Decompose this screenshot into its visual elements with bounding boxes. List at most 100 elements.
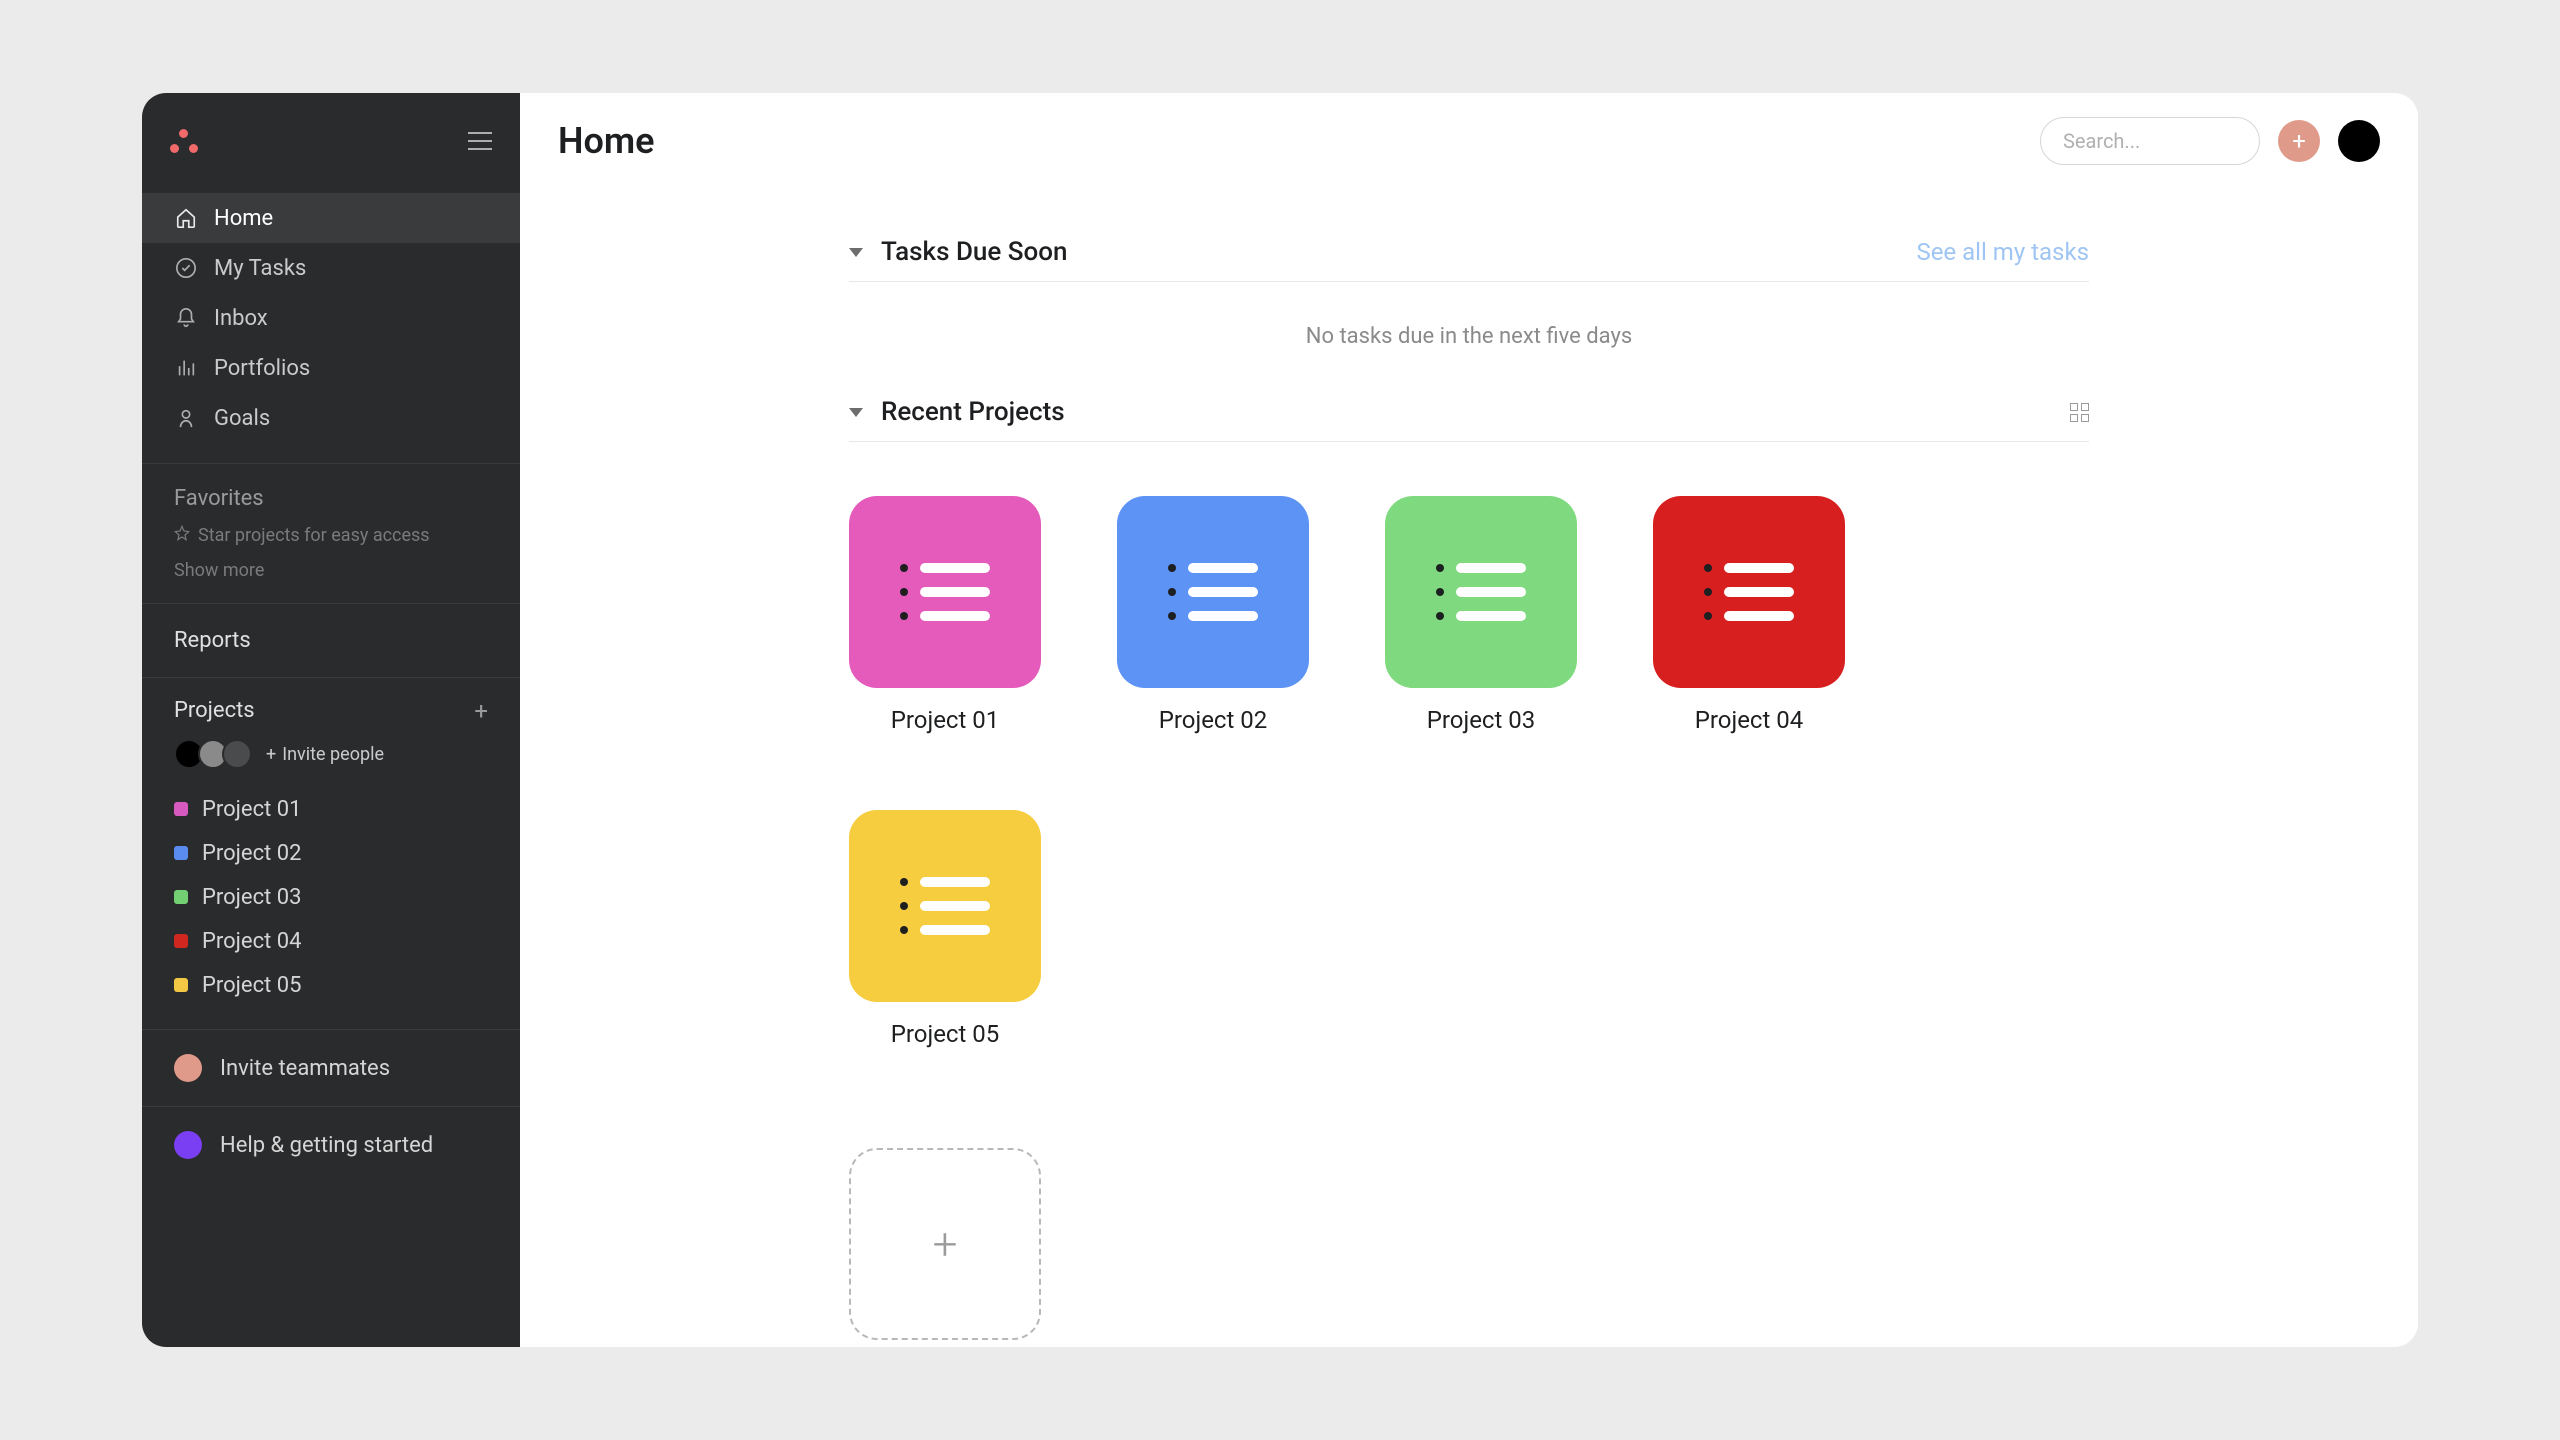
projects-header: Projects +	[142, 678, 520, 731]
home-icon	[174, 206, 198, 230]
sidebar-project-item[interactable]: Project 02	[174, 831, 488, 875]
reports-label: Reports	[174, 628, 251, 653]
project-color-badge	[174, 978, 188, 992]
invite-teammates-button[interactable]: Invite teammates	[142, 1030, 520, 1106]
project-tile-card	[1385, 496, 1577, 688]
topbar: Home +	[520, 93, 2418, 189]
sidebar: Home My Tasks Inbox Portfolios	[142, 93, 520, 1347]
project-tile[interactable]: Project 03	[1385, 496, 1577, 734]
project-tile[interactable]: Project 01	[849, 496, 1041, 734]
logo-icon[interactable]	[170, 129, 198, 153]
project-color-badge	[174, 802, 188, 816]
goals-icon	[174, 406, 198, 430]
menu-icon[interactable]	[468, 132, 492, 150]
tasks-due-header: Tasks Due Soon See all my tasks	[849, 237, 2089, 282]
view-layout-icon[interactable]	[2070, 403, 2089, 422]
new-project-tile[interactable]: + New Project	[849, 1148, 1041, 1347]
see-all-tasks-link[interactable]: See all my tasks	[1916, 238, 2089, 266]
nav-reports[interactable]: Reports	[142, 604, 520, 677]
help-label: Help & getting started	[220, 1133, 433, 1158]
nav-inbox[interactable]: Inbox	[142, 293, 520, 343]
nav-label: Inbox	[214, 306, 268, 331]
page-title: Home	[558, 120, 655, 162]
nav-label: My Tasks	[214, 256, 306, 281]
project-tile-card	[849, 810, 1041, 1002]
project-tile-label: Project 05	[891, 1020, 1000, 1048]
chevron-down-icon[interactable]	[849, 248, 863, 257]
star-icon	[174, 525, 190, 546]
nav-label: Goals	[214, 406, 270, 431]
project-label: Project 05	[202, 973, 302, 998]
plus-icon: +	[266, 744, 276, 765]
favorites-section: Favorites Star projects for easy access …	[142, 464, 520, 603]
list-icon	[1168, 563, 1258, 621]
help-button[interactable]: Help & getting started	[142, 1107, 520, 1183]
nav-my-tasks[interactable]: My Tasks	[142, 243, 520, 293]
nav-goals[interactable]: Goals	[142, 393, 520, 443]
list-icon	[900, 563, 990, 621]
sidebar-project-item[interactable]: Project 05	[174, 963, 488, 1007]
tasks-due-title: Tasks Due Soon	[881, 237, 1068, 267]
invite-teammates-label: Invite teammates	[220, 1056, 390, 1081]
check-circle-icon	[174, 256, 198, 280]
nav-portfolios[interactable]: Portfolios	[142, 343, 520, 393]
nav-home[interactable]: Home	[142, 193, 520, 243]
project-tile-label: Project 01	[891, 706, 1000, 734]
favorites-heading: Favorites	[174, 486, 488, 511]
tasks-empty-message: No tasks due in the next five days	[849, 300, 2089, 397]
invite-people-link[interactable]: + Invite people	[266, 744, 384, 765]
project-label: Project 03	[202, 885, 302, 910]
list-icon	[900, 877, 990, 935]
project-label: Project 01	[202, 797, 302, 822]
add-project-icon[interactable]: +	[474, 699, 488, 723]
project-color-badge	[174, 934, 188, 948]
avatar-stack[interactable]	[174, 739, 252, 769]
recent-projects-title: Recent Projects	[881, 397, 1065, 427]
project-tile[interactable]: Project 04	[1653, 496, 1845, 734]
project-tile-label: Project 03	[1427, 706, 1536, 734]
invite-people-label: Invite people	[282, 744, 384, 765]
project-tile-label: Project 02	[1159, 706, 1268, 734]
sidebar-header	[142, 93, 520, 189]
sidebar-project-list: Project 01 Project 02 Project 03 Project 04…	[142, 787, 520, 1029]
project-tiles: Project 01 Project 02 Project 03 Project 04…	[849, 460, 2089, 1048]
projects-heading: Projects	[174, 698, 255, 723]
avatar	[222, 739, 252, 769]
nav-label: Portfolios	[214, 356, 310, 381]
list-icon	[1436, 563, 1526, 621]
nav-label: Home	[214, 206, 273, 231]
user-avatar[interactable]	[2338, 120, 2380, 162]
recent-projects-header: Recent Projects	[849, 397, 2089, 442]
primary-nav: Home My Tasks Inbox Portfolios	[142, 189, 520, 463]
project-color-badge	[174, 846, 188, 860]
bar-chart-icon	[174, 356, 198, 380]
project-tile-card	[1117, 496, 1309, 688]
list-icon	[1704, 563, 1794, 621]
bell-icon	[174, 306, 198, 330]
help-icon	[174, 1131, 202, 1159]
project-tile[interactable]: Project 05	[849, 810, 1041, 1048]
project-tile[interactable]: Project 02	[1117, 496, 1309, 734]
new-project-row: + New Project	[849, 1048, 2089, 1347]
content-scroll: Tasks Due Soon See all my tasks No tasks…	[520, 189, 2418, 1347]
project-tile-card	[1653, 496, 1845, 688]
sidebar-project-item[interactable]: Project 04	[174, 919, 488, 963]
project-color-badge	[174, 890, 188, 904]
search-input[interactable]	[2040, 117, 2260, 165]
topbar-actions: +	[2040, 117, 2380, 165]
sidebar-project-item[interactable]: Project 01	[174, 787, 488, 831]
project-tile-card	[849, 496, 1041, 688]
app-window: Home My Tasks Inbox Portfolios	[142, 93, 2418, 1347]
sidebar-project-item[interactable]: Project 03	[174, 875, 488, 919]
chevron-down-icon[interactable]	[849, 408, 863, 417]
show-more-link[interactable]: Show more	[174, 560, 488, 581]
project-label: Project 02	[202, 841, 302, 866]
favorites-hint-text: Star projects for easy access	[198, 525, 430, 546]
plus-icon: +	[933, 1222, 958, 1266]
content-inner: Tasks Due Soon See all my tasks No tasks…	[849, 237, 2089, 1347]
new-project-card: +	[849, 1148, 1041, 1340]
people-row: + Invite people	[142, 731, 520, 787]
add-button[interactable]: +	[2278, 120, 2320, 162]
invite-teammates-icon	[174, 1054, 202, 1082]
project-label: Project 04	[202, 929, 302, 954]
